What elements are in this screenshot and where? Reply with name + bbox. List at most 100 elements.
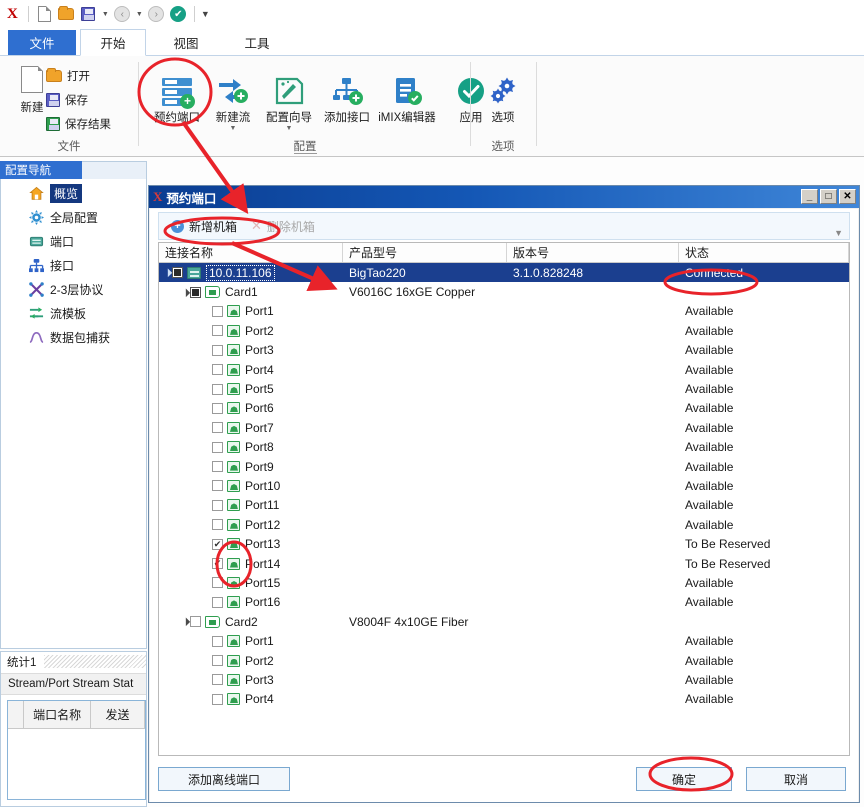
config-wizard-button[interactable]: 配置向导 ▼	[258, 62, 320, 133]
back-dropdown-caret-down-icon[interactable]: ▼	[135, 11, 144, 18]
row-checkbox[interactable]	[212, 655, 223, 666]
forward-arrow-icon[interactable]: ›	[147, 5, 166, 24]
sidebar-item-interface[interactable]: 接口	[1, 253, 146, 277]
table-row[interactable]: Port5 Available	[159, 379, 849, 398]
cancel-button[interactable]: 取消	[746, 767, 846, 791]
folder-icon[interactable]	[57, 5, 76, 24]
row-checkbox[interactable]	[212, 693, 223, 705]
stats-col-sent[interactable]: 发送	[91, 701, 145, 728]
row-checkbox[interactable]	[212, 461, 223, 473]
config-wizard-caret-down-icon[interactable]: ▼	[258, 125, 320, 133]
minimize-icon[interactable]: _	[801, 189, 818, 204]
column-header-version[interactable]: 版本号	[507, 243, 679, 262]
column-header-status[interactable]: 状态	[679, 243, 849, 262]
imix-editor-button[interactable]: iMIX编辑器	[372, 62, 442, 125]
toolbar-overflow-icon[interactable]: ▼	[834, 228, 843, 238]
row-checkbox[interactable]	[212, 499, 223, 511]
stats-col-0[interactable]	[8, 701, 25, 728]
back-arrow-icon[interactable]: ‹	[113, 5, 132, 24]
sidebar-item-layer23-protocol[interactable]: 2-3层协议	[1, 277, 146, 301]
table-row[interactable]: Port1 Available	[159, 302, 849, 321]
sidebar-item-overview[interactable]: 概览	[1, 181, 146, 205]
table-row[interactable]: Port16 Available	[159, 593, 849, 612]
row-checkbox[interactable]	[212, 519, 223, 531]
row-checkbox[interactable]	[212, 441, 223, 453]
table-row[interactable]: ◢ Card1 V6016C 16xGE Copper	[159, 282, 849, 301]
table-row[interactable]: ✔ Port13 To Be Reserved	[159, 534, 849, 553]
row-checkbox[interactable]	[212, 635, 223, 647]
sidebar-item-port[interactable]: 端口	[1, 229, 146, 253]
table-row[interactable]: Port12 Available	[159, 515, 849, 534]
table-row[interactable]: ✔ Port14 To Be Reserved	[159, 554, 849, 573]
close-icon[interactable]: ✕	[839, 189, 856, 204]
sidebar-item-stream-template[interactable]: 流模板	[1, 301, 146, 325]
customize-toolbar-icon[interactable]: ▼	[201, 9, 210, 19]
add-interface-button[interactable]: 添加接口	[316, 62, 378, 125]
save-dropdown-caret-down-icon[interactable]: ▼	[101, 11, 110, 18]
row-checkbox[interactable]	[212, 577, 223, 589]
table-row[interactable]: Port1 Available	[159, 631, 849, 650]
row-checkbox[interactable]	[212, 674, 223, 686]
panel-drag-handle[interactable]	[44, 655, 146, 668]
table-row[interactable]: Port3 Available	[159, 341, 849, 360]
tab-start[interactable]: 开始	[80, 29, 146, 56]
column-header-connection-name[interactable]: 连接名称	[159, 243, 343, 262]
row-checkbox[interactable]	[212, 422, 223, 434]
row-name-label: 10.0.11.106	[206, 264, 275, 281]
column-header-product-model[interactable]: 产品型号	[343, 243, 507, 262]
port-icon	[227, 576, 240, 589]
table-row[interactable]: Port10 Available	[159, 476, 849, 495]
stats-col-port-name[interactable]: 端口名称	[24, 701, 91, 728]
row-checkbox[interactable]	[212, 402, 223, 414]
table-row[interactable]: Port3 Available	[159, 670, 849, 689]
open-button[interactable]: 打开	[46, 68, 90, 84]
tab-view[interactable]: 视图	[150, 29, 222, 56]
cell-product-model: V6016C 16xGE Copper	[349, 285, 476, 300]
row-checkbox[interactable]	[212, 305, 223, 317]
row-checkbox[interactable]	[212, 596, 223, 608]
add-chassis-button[interactable]: + 新增机箱	[171, 218, 237, 235]
row-checkbox[interactable]	[212, 325, 223, 337]
row-checkbox[interactable]	[212, 480, 223, 492]
row-checkbox[interactable]	[212, 344, 223, 356]
save-results-button[interactable]: 保存结果	[46, 116, 111, 132]
ok-button[interactable]: 确定	[636, 767, 732, 791]
green-check-icon[interactable]: ✔	[169, 5, 188, 24]
statistics-subtitle: Stream/Port Stream Stat	[1, 673, 146, 695]
table-row[interactable]: Port2 Available	[159, 651, 849, 670]
table-row[interactable]: Port4 Available	[159, 690, 849, 709]
port-icon	[227, 305, 240, 318]
save-icon[interactable]	[79, 5, 98, 24]
new-document-icon[interactable]	[35, 5, 54, 24]
options-button[interactable]: 选项	[472, 62, 534, 125]
table-row[interactable]: Port6 Available	[159, 399, 849, 418]
new-stream-caret-down-icon[interactable]: ▼	[202, 125, 264, 133]
dialog-title-bar[interactable]: X 预约端口 _ □ ✕	[149, 186, 859, 208]
delete-chassis-button[interactable]: ✕ 删除机箱	[251, 218, 315, 235]
cell-connection-name: Port11	[159, 498, 343, 512]
table-row[interactable]: Port4 Available	[159, 360, 849, 379]
table-row[interactable]: ◢ 10.0.11.106 BigTao220 3.1.0.828248 Connect…	[159, 263, 849, 283]
tab-tools[interactable]: 工具	[224, 29, 290, 56]
sidebar-item-global-config[interactable]: 全局配置	[1, 205, 146, 229]
table-row[interactable]: Port2 Available	[159, 321, 849, 340]
reserve-port-button[interactable]: + 预约端口	[146, 62, 208, 125]
table-row[interactable]: Port11 Available	[159, 496, 849, 515]
row-checkbox[interactable]	[212, 364, 223, 376]
maximize-icon[interactable]: □	[820, 189, 837, 204]
row-checkbox[interactable]: ✔	[212, 538, 223, 550]
table-row[interactable]: Port15 Available	[159, 573, 849, 592]
tab-file[interactable]: 文件	[8, 30, 76, 55]
row-checkbox[interactable]: ✔	[212, 558, 223, 570]
table-row[interactable]: Port9 Available	[159, 457, 849, 476]
new-stream-button[interactable]: 新建流 ▼	[202, 62, 264, 133]
table-row[interactable]: ◢ Card2 V8004F 4x10GE Fiber	[159, 612, 849, 631]
add-offline-port-button[interactable]: 添加离线端口	[158, 767, 290, 791]
tab-tools-label: 工具	[244, 37, 270, 51]
sidebar-item-packet-capture[interactable]: 数据包捕获	[1, 325, 146, 349]
statistics-tab[interactable]: 统计1	[1, 652, 41, 672]
row-checkbox[interactable]	[212, 383, 223, 395]
table-row[interactable]: Port8 Available	[159, 438, 849, 457]
table-row[interactable]: Port7 Available	[159, 418, 849, 437]
save-button[interactable]: 保存	[46, 92, 88, 108]
